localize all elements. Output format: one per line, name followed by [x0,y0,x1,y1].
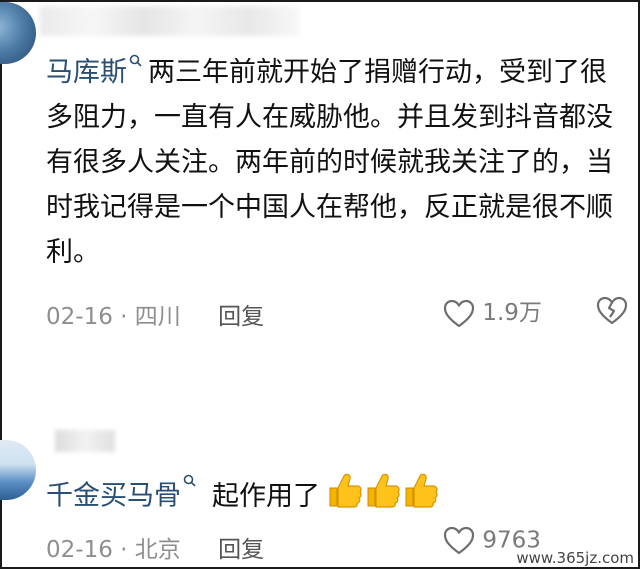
blurred-username [55,430,115,452]
search-icon[interactable] [129,54,142,70]
watermark: www.365jz.com [510,549,638,567]
comment-username[interactable]: 千金买马骨 [46,481,181,512]
comment-meta: 02-16 · 四川 回复 [46,297,264,331]
comment-date: 02-16 [46,537,113,563]
comment-body: 千金买马骨 起作用了 [46,470,616,524]
meta-separator: · [120,537,128,563]
like-count: 1.9万 [482,300,542,326]
comment-location: 四川 [134,304,181,330]
blurred-header [40,6,300,36]
reply-button[interactable]: 回复 [218,530,264,564]
comment-location: 北京 [134,537,181,563]
comment-username[interactable]: 马库斯 [46,57,127,88]
comment-text: 两三年前就开始了捐赠行动，受到了很多阻力，一直有人在威胁他。并且发到抖音都没有很… [46,57,613,268]
heart-outline-icon [443,299,475,327]
comment-body: 马库斯 两三年前就开始了捐赠行动，受到了很多阻力，一直有人在威胁他。并且发到抖音都… [46,50,616,275]
comment-date: 02-16 [46,304,113,330]
heart-outline-icon [443,526,475,555]
thumbs-up-emoji [324,470,438,524]
reply-button[interactable]: 回复 [218,297,264,331]
meta-separator: · [120,304,128,330]
broken-heart-icon [596,296,628,325]
search-icon[interactable] [183,474,196,490]
like-button[interactable]: 1.9万 [443,293,542,329]
comment-text: 起作用了 [212,480,320,512]
dislike-button[interactable] [596,296,628,330]
comment-meta: 02-16 · 北京 回复 [46,530,264,564]
